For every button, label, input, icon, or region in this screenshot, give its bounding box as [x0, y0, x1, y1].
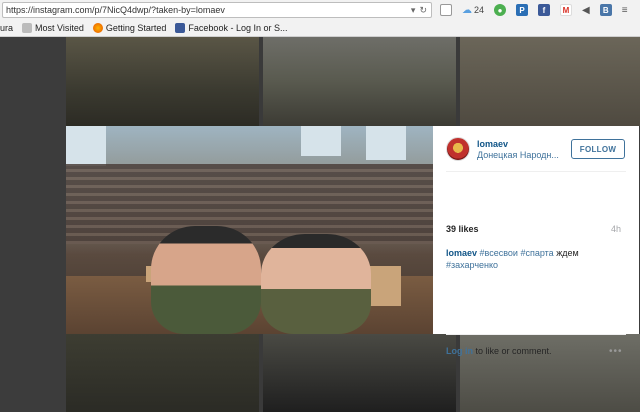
post-photo[interactable] [66, 126, 433, 334]
weather-widget[interactable]: ☁ 24 [462, 5, 484, 16]
url-tools: ▾ ↻ [411, 5, 431, 16]
soldier-right [261, 234, 371, 334]
likes-count[interactable]: 39 likes [446, 224, 479, 234]
facebook-bookmark-icon [175, 23, 186, 33]
photo-window [366, 126, 406, 160]
ext-green-icon[interactable]: ● [494, 4, 507, 16]
post-username[interactable]: lomaev [477, 139, 508, 149]
post-caption: lomaev #всесвои #спарта ждем #захарченко [446, 247, 626, 271]
overlay-left[interactable] [0, 37, 66, 412]
cloud-icon: ☁ [462, 4, 472, 16]
dropdown-icon[interactable]: ▾ [411, 5, 416, 16]
photo-window [66, 126, 106, 166]
facebook-icon[interactable]: f [538, 4, 551, 16]
instagram-page: lomaev Донецкая Народн... FOLLOW 39 like… [0, 37, 640, 412]
url-text[interactable]: https://instagram.com/p/7NicQ4dwp/?taken… [6, 5, 411, 15]
soldier-left [151, 226, 261, 334]
hashtag[interactable]: #спарта [520, 248, 553, 258]
grid-photo[interactable] [66, 334, 259, 412]
bookmark-getting-started[interactable]: Getting Started [92, 23, 166, 33]
grid-photo[interactable] [460, 37, 640, 126]
gmail-icon[interactable]: M [560, 4, 573, 16]
speaker-icon[interactable]: ◀ [582, 5, 590, 16]
weather-temp: 24 [474, 5, 485, 15]
search-box-icon[interactable] [440, 4, 452, 16]
grid-photo[interactable] [263, 37, 456, 126]
browser-chrome: https://instagram.com/p/7NicQ4dwp/?taken… [0, 0, 640, 37]
follow-button[interactable]: FOLLOW [571, 139, 625, 159]
post-info-panel: lomaev Донецкая Народн... FOLLOW 39 like… [433, 126, 639, 357]
hashtag[interactable]: #всесвои [480, 248, 518, 258]
caption-username[interactable]: lomaev [446, 248, 477, 258]
firefox-icon [92, 23, 103, 33]
login-link[interactable]: Log in [446, 346, 473, 356]
caption-text: ждем [556, 248, 579, 258]
bookmarks-bar: ura Most Visited Getting Started Faceboo… [0, 20, 287, 36]
photo-window [301, 126, 341, 156]
divider [446, 334, 626, 335]
bookmark-most-visited[interactable]: Most Visited [22, 23, 84, 33]
grid-photo[interactable] [263, 334, 456, 412]
divider [446, 171, 626, 172]
avatar[interactable] [446, 137, 470, 161]
post-age: 4h [611, 224, 622, 234]
login-prompt: Log in to like or comment. [446, 346, 552, 356]
reload-icon[interactable]: ↻ [419, 5, 427, 16]
more-options-icon[interactable]: ••• [609, 346, 623, 357]
menu-icon[interactable]: ≡ [622, 5, 628, 16]
extension-toolbar: ☁ 24 ● P f M ◀ B ≡ [440, 2, 628, 18]
folder-icon [22, 23, 33, 33]
login-text: to like or comment. [475, 346, 552, 356]
vk-icon[interactable]: B [599, 4, 612, 16]
bookmark-item[interactable]: ura [0, 23, 13, 33]
grid-photo[interactable] [66, 37, 259, 126]
address-bar[interactable]: https://instagram.com/p/7NicQ4dwp/?taken… [2, 2, 432, 18]
auditorium-seats [66, 164, 433, 244]
post-location[interactable]: Донецкая Народн... [477, 150, 559, 160]
bookmark-facebook[interactable]: Facebook - Log In or S... [175, 23, 287, 33]
ext-parking-icon[interactable]: P [516, 4, 529, 16]
hashtag[interactable]: #захарченко [446, 260, 498, 270]
